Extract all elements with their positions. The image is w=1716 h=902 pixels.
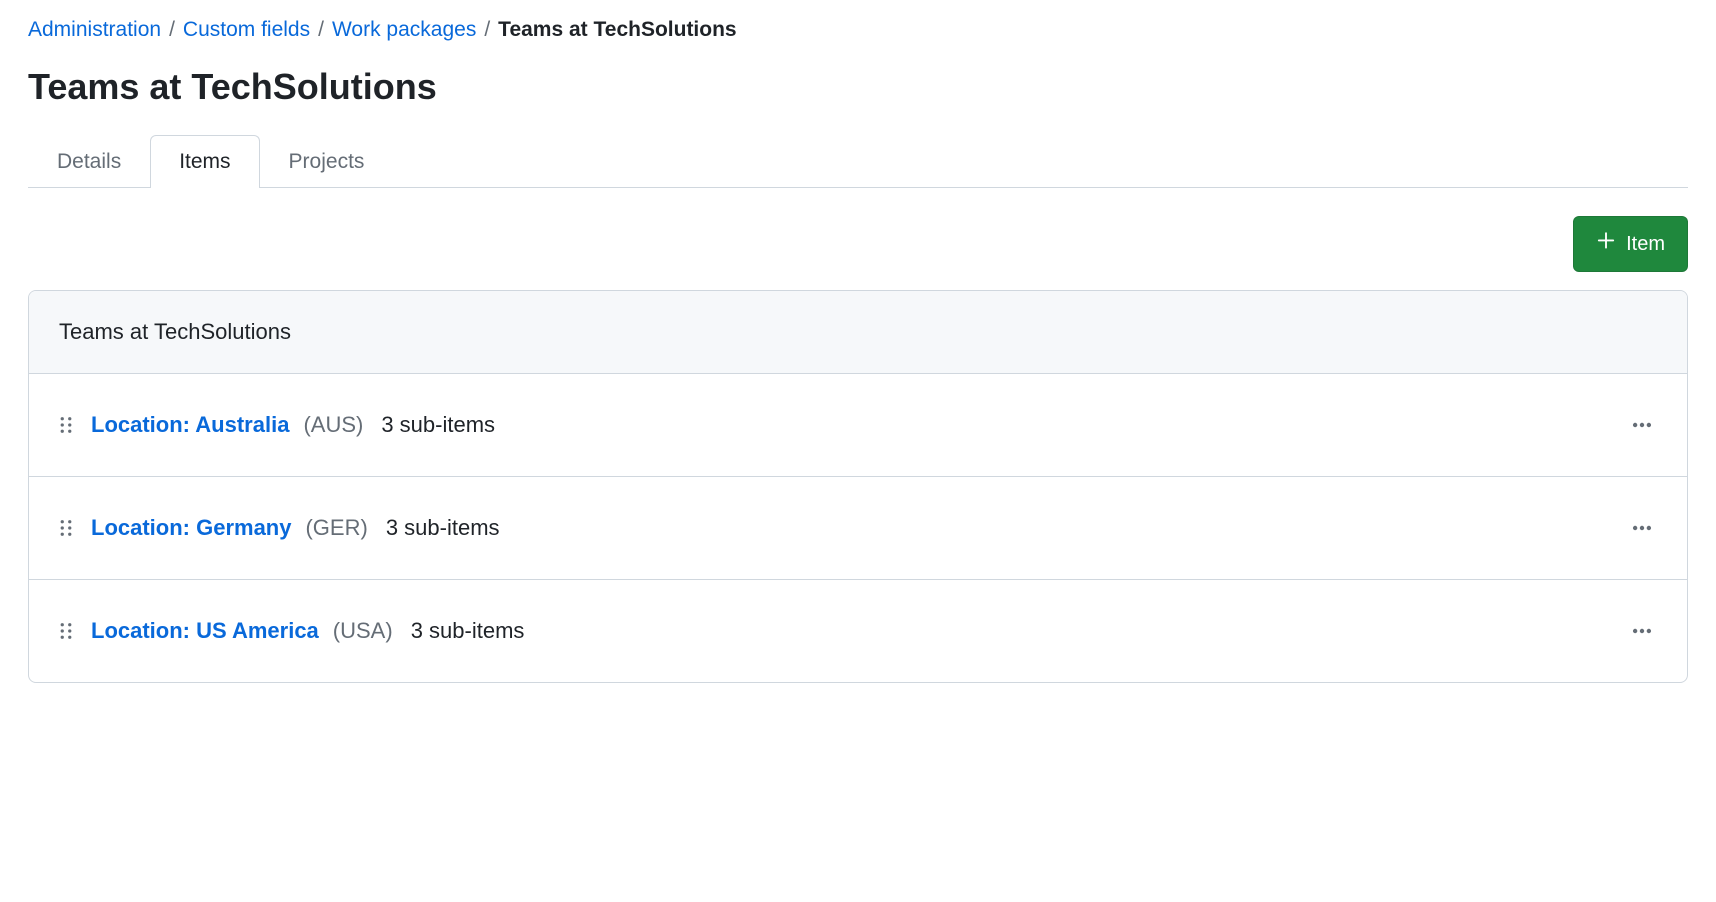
items-panel: Teams at TechSolutions Location: Austral… [28,290,1688,683]
add-item-button[interactable]: Item [1573,216,1688,272]
panel-header: Teams at TechSolutions [29,291,1687,374]
tab-details[interactable]: Details [28,135,150,188]
item-name-link[interactable]: Location: US America [91,618,319,644]
drag-handle-icon[interactable] [59,518,73,538]
item-sub-count: 3 sub-items [411,618,525,644]
kebab-menu-icon[interactable] [1627,513,1657,543]
breadcrumb-separator: / [316,18,326,42]
list-item: Location: Germany (GER) 3 sub-items [29,477,1687,580]
page-title: Teams at TechSolutions [28,66,1688,108]
drag-handle-icon[interactable] [59,415,73,435]
item-short-code: (USA) [333,618,393,644]
add-item-button-label: Item [1626,233,1665,256]
tab-projects[interactable]: Projects [260,135,394,188]
kebab-menu-icon[interactable] [1627,410,1657,440]
actions-bar: Item [28,188,1688,290]
breadcrumb-link-work-packages[interactable]: Work packages [332,18,476,42]
breadcrumb-separator: / [482,18,492,42]
item-short-code: (GER) [305,515,367,541]
item-short-code: (AUS) [303,412,363,438]
list-item: Location: Australia (AUS) 3 sub-items [29,374,1687,477]
breadcrumb-link-administration[interactable]: Administration [28,18,161,42]
breadcrumb: Administration / Custom fields / Work pa… [28,18,1688,42]
drag-handle-icon[interactable] [59,621,73,641]
tab-bar: Details Items Projects [28,134,1688,188]
item-name-link[interactable]: Location: Australia [91,412,289,438]
item-name-link[interactable]: Location: Germany [91,515,291,541]
list-item: Location: US America (USA) 3 sub-items [29,580,1687,682]
breadcrumb-current: Teams at TechSolutions [498,18,736,42]
tab-items[interactable]: Items [150,135,259,188]
item-sub-count: 3 sub-items [381,412,495,438]
breadcrumb-link-custom-fields[interactable]: Custom fields [183,18,310,42]
item-sub-count: 3 sub-items [386,515,500,541]
breadcrumb-separator: / [167,18,177,42]
kebab-menu-icon[interactable] [1627,616,1657,646]
plus-icon [1596,231,1616,257]
